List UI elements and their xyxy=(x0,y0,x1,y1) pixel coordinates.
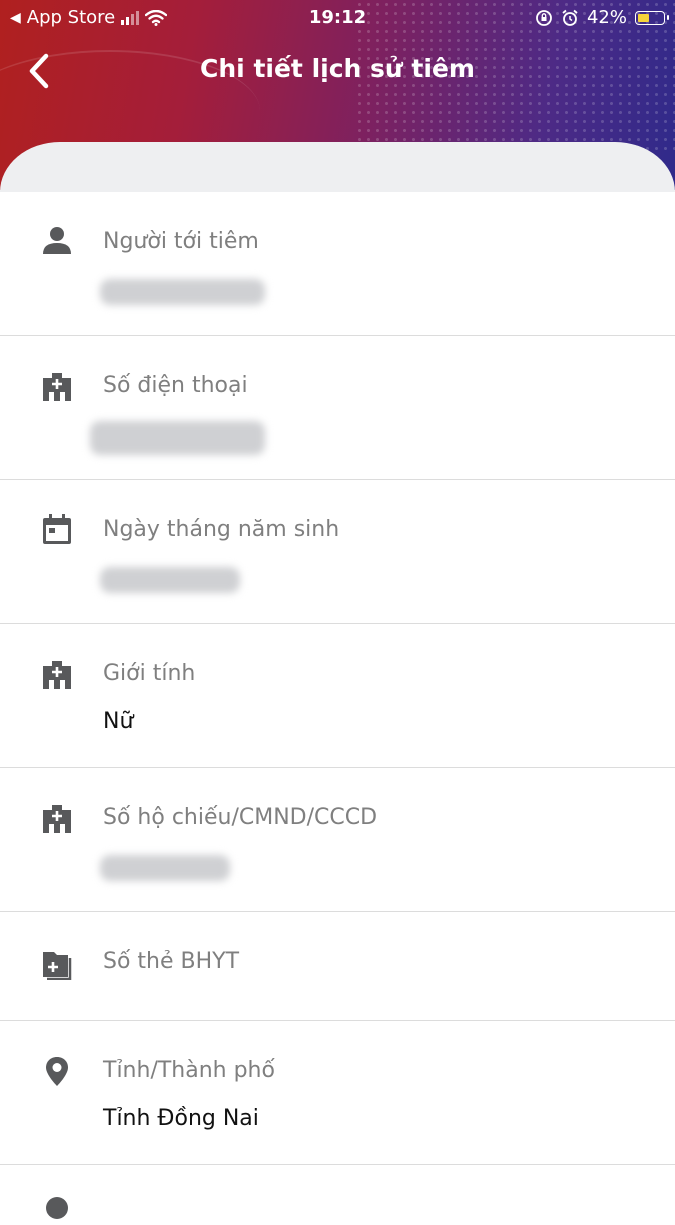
field-so-dien-thoai: Số điện thoại xyxy=(0,336,675,480)
field-next-partial xyxy=(0,1165,675,1225)
redacted-value xyxy=(100,567,240,593)
field-label: Tỉnh/Thành phố xyxy=(103,1058,275,1083)
orientation-lock-icon xyxy=(536,9,552,26)
partial-icon xyxy=(46,1197,68,1219)
details-list: Người tới tiêm Số điện thoại Ngày tháng … xyxy=(0,192,675,1225)
field-ngay-thang-nam-sinh: Ngày tháng năm sinh xyxy=(0,480,675,624)
redacted-value xyxy=(100,855,230,881)
field-label: Ngày tháng năm sinh xyxy=(103,517,340,542)
field-so-the-bhyt: Số thẻ BHYT xyxy=(0,912,675,1021)
insurance-card-icon xyxy=(43,952,72,980)
status-right: 42% xyxy=(535,7,669,28)
field-value: Tỉnh Đồng Nai xyxy=(103,1106,259,1131)
field-nguoi-toi-tiem: Người tới tiêm xyxy=(0,192,675,336)
field-label: Số hộ chiếu/CMND/CCCD xyxy=(103,805,378,830)
location-pin-icon xyxy=(46,1057,68,1086)
field-label: Giới tính xyxy=(103,661,196,686)
page-title: Chi tiết lịch sử tiêm xyxy=(200,54,475,83)
field-tinh-thanh-pho: Tỉnh/Thành phố Tỉnh Đồng Nai xyxy=(0,1021,675,1165)
field-label: Số thẻ BHYT xyxy=(103,949,240,974)
sheet-top-band xyxy=(0,142,675,192)
redacted-value xyxy=(90,421,265,455)
content-sheet: Người tới tiêm Số điện thoại Ngày tháng … xyxy=(0,142,675,1225)
navigation-bar: Chi tiết lịch sử tiêm xyxy=(0,36,675,106)
field-label: Số điện thoại xyxy=(103,373,248,398)
redacted-value xyxy=(100,279,265,305)
battery-icon xyxy=(635,10,669,25)
person-icon xyxy=(43,227,71,254)
battery-percent: 42% xyxy=(586,7,627,28)
hospital-icon xyxy=(43,805,71,833)
alarm-icon xyxy=(562,9,578,26)
field-label: Người tới tiêm xyxy=(103,229,259,254)
field-gioi-tinh: Giới tính Nữ xyxy=(0,624,675,768)
field-so-ho-chieu: Số hộ chiếu/CMND/CCCD xyxy=(0,768,675,912)
hospital-icon xyxy=(43,373,71,401)
calendar-icon xyxy=(43,514,71,544)
status-bar: ◀ App Store 19:12 42% xyxy=(0,0,675,36)
hospital-icon xyxy=(43,661,71,689)
field-value: Nữ xyxy=(103,709,134,734)
